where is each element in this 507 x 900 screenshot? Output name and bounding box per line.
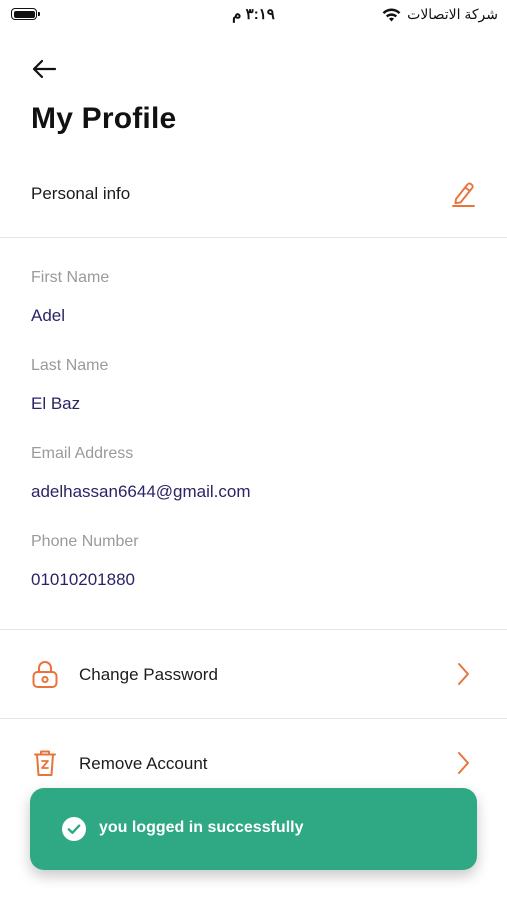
wifi-icon <box>382 8 401 21</box>
email-label: Email Address <box>31 445 134 462</box>
change-password-item[interactable]: Change Password <box>0 630 507 718</box>
edit-pencil-icon[interactable] <box>449 178 477 208</box>
page-title: My Profile <box>31 102 177 135</box>
last-name-label: Last Name <box>31 357 109 374</box>
toast-message: you logged in successfully <box>99 819 304 836</box>
carrier-info: شركة الاتصالات <box>382 6 498 23</box>
divider <box>0 237 507 238</box>
success-toast[interactable]: you logged in successfully <box>30 788 477 870</box>
personal-info-header: Personal info <box>0 168 507 220</box>
email-value: adelhassan6644@gmail.com <box>31 482 251 501</box>
first-name-label: First Name <box>31 269 110 286</box>
chevron-right-icon <box>456 751 470 775</box>
status-bar: ٣:١٩ م شركة الاتصالات <box>0 0 507 30</box>
lock-icon <box>31 659 59 689</box>
last-name-value: El Baz <box>31 394 81 413</box>
remove-account-label: Remove Account <box>79 754 208 773</box>
phone-value: 01010201880 <box>31 570 136 589</box>
carrier-name: شركة الاتصالات <box>407 6 498 22</box>
check-circle-icon <box>62 817 86 841</box>
chevron-right-icon <box>456 662 470 686</box>
back-arrow-icon[interactable] <box>30 57 58 81</box>
first-name-value: Adel <box>31 306 66 325</box>
trash-icon <box>31 748 59 778</box>
section-label: Personal info <box>31 184 131 203</box>
phone-label: Phone Number <box>31 533 139 550</box>
change-password-label: Change Password <box>79 665 218 684</box>
